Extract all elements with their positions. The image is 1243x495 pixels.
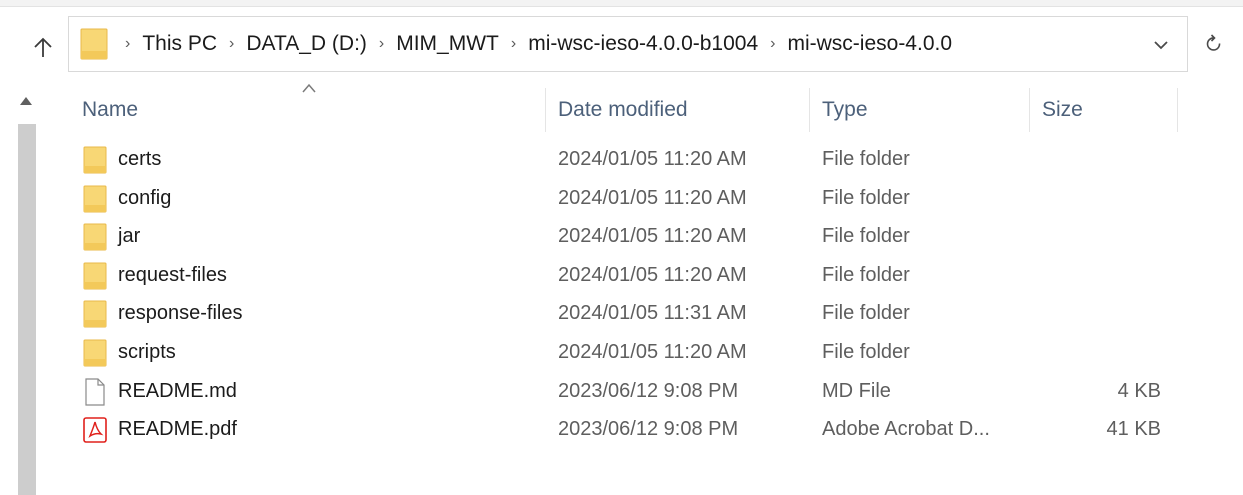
- list-item[interactable]: config 2024/01/05 11:20 AM File folder: [0, 179, 1243, 218]
- column-header-name-label: Name: [82, 98, 139, 121]
- file-size: 41 KB: [1106, 418, 1161, 441]
- file-name: jar: [118, 225, 141, 248]
- file-type: Adobe Acrobat D...: [822, 418, 990, 441]
- folder-icon: [82, 223, 108, 251]
- address-folder-icon: [79, 26, 109, 62]
- folder-icon: [82, 146, 108, 174]
- up-button[interactable]: [26, 30, 60, 64]
- column-header-type[interactable]: Type: [810, 88, 1030, 132]
- folder-icon: [82, 185, 108, 213]
- file-type: MD File: [822, 379, 891, 402]
- breadcrumb-item[interactable]: mi-wsc-ieso-4.0.0-b1004: [528, 32, 758, 56]
- file-type: File folder: [822, 302, 910, 325]
- file-type: File folder: [822, 263, 910, 286]
- breadcrumb: › This PC › DATA_D (D:) › MIM_MWT › mi-wsc-ieso…: [113, 32, 952, 56]
- column-header-date-label: Date modified: [558, 98, 688, 121]
- refresh-button[interactable]: [1196, 24, 1232, 64]
- column-header-name[interactable]: Name: [80, 88, 546, 132]
- file-size: 4 KB: [1117, 379, 1161, 402]
- folder-icon: [82, 339, 108, 367]
- file-name: certs: [118, 148, 162, 170]
- column-header-size[interactable]: Size: [1030, 88, 1178, 132]
- breadcrumb-item[interactable]: This PC: [142, 32, 217, 56]
- file-list: certs 2024/01/05 11:20 AM File folder co…: [0, 140, 1243, 449]
- column-header-type-label: Type: [822, 98, 868, 121]
- chevron-down-icon: [1154, 41, 1168, 50]
- refresh-icon: [1206, 34, 1221, 51]
- list-item[interactable]: scripts 2024/01/05 11:20 AM File folder: [0, 333, 1243, 372]
- file-type: File folder: [822, 148, 910, 170]
- column-header-date-modified[interactable]: Date modified: [546, 88, 810, 132]
- list-item[interactable]: jar 2024/01/05 11:20 AM File folder: [0, 217, 1243, 256]
- file-name: README.pdf: [118, 418, 237, 441]
- file-date: 2024/01/05 11:31 AM: [558, 302, 747, 325]
- breadcrumb-item[interactable]: MIM_MWT: [396, 32, 499, 56]
- list-item[interactable]: certs 2024/01/05 11:20 AM File folder: [0, 140, 1243, 179]
- address-dropdown-button[interactable]: [1149, 33, 1173, 57]
- list-item[interactable]: response-files 2024/01/05 11:31 AM File …: [0, 294, 1243, 333]
- caret-up-icon: [20, 97, 32, 105]
- file-explorer-window: › This PC › DATA_D (D:) › MIM_MWT › mi-wsc-ieso…: [0, 0, 1243, 495]
- window-top-strip: [0, 0, 1243, 7]
- document-icon: [82, 377, 108, 406]
- file-date: 2024/01/05 11:20 AM: [558, 263, 747, 286]
- column-header-size-label: Size: [1042, 98, 1083, 121]
- breadcrumb-item[interactable]: mi-wsc-ieso-4.0.0: [787, 32, 952, 56]
- breadcrumb-separator-icon[interactable]: ›: [379, 35, 384, 53]
- breadcrumb-separator-icon[interactable]: ›: [770, 35, 775, 53]
- file-type: File folder: [822, 225, 910, 248]
- file-name: config: [118, 186, 172, 209]
- scroll-up-button[interactable]: [14, 86, 38, 116]
- file-date: 2023/06/12 9:08 PM: [558, 418, 739, 441]
- breadcrumb-item[interactable]: DATA_D (D:): [246, 32, 367, 56]
- file-type: File folder: [822, 186, 910, 209]
- arrow-up-icon: [34, 37, 52, 57]
- file-name: README.md: [118, 379, 237, 402]
- file-date: 2023/06/12 9:08 PM: [558, 379, 739, 402]
- breadcrumb-separator-icon[interactable]: ›: [511, 35, 516, 53]
- list-item[interactable]: request-files 2024/01/05 11:20 AM File f…: [0, 256, 1243, 295]
- pdf-icon: [82, 416, 108, 444]
- breadcrumb-separator-icon[interactable]: ›: [125, 35, 130, 53]
- file-name: response-files: [118, 302, 243, 325]
- file-date: 2024/01/05 11:20 AM: [558, 186, 747, 209]
- file-date: 2024/01/05 11:20 AM: [558, 225, 747, 248]
- list-item[interactable]: README.md 2023/06/12 9:08 PM MD File 4 K…: [0, 372, 1243, 411]
- file-type: File folder: [822, 340, 910, 363]
- file-date: 2024/01/05 11:20 AM: [558, 340, 747, 363]
- folder-icon: [82, 262, 108, 290]
- address-bar[interactable]: › This PC › DATA_D (D:) › MIM_MWT › mi-wsc-ieso…: [68, 16, 1188, 72]
- list-item[interactable]: README.pdf 2023/06/12 9:08 PM Adobe Acro…: [0, 410, 1243, 449]
- file-name: scripts: [118, 340, 176, 363]
- file-date: 2024/01/05 11:20 AM: [558, 148, 747, 170]
- folder-icon: [82, 300, 108, 328]
- breadcrumb-separator-icon[interactable]: ›: [229, 35, 234, 53]
- file-name: request-files: [118, 263, 227, 286]
